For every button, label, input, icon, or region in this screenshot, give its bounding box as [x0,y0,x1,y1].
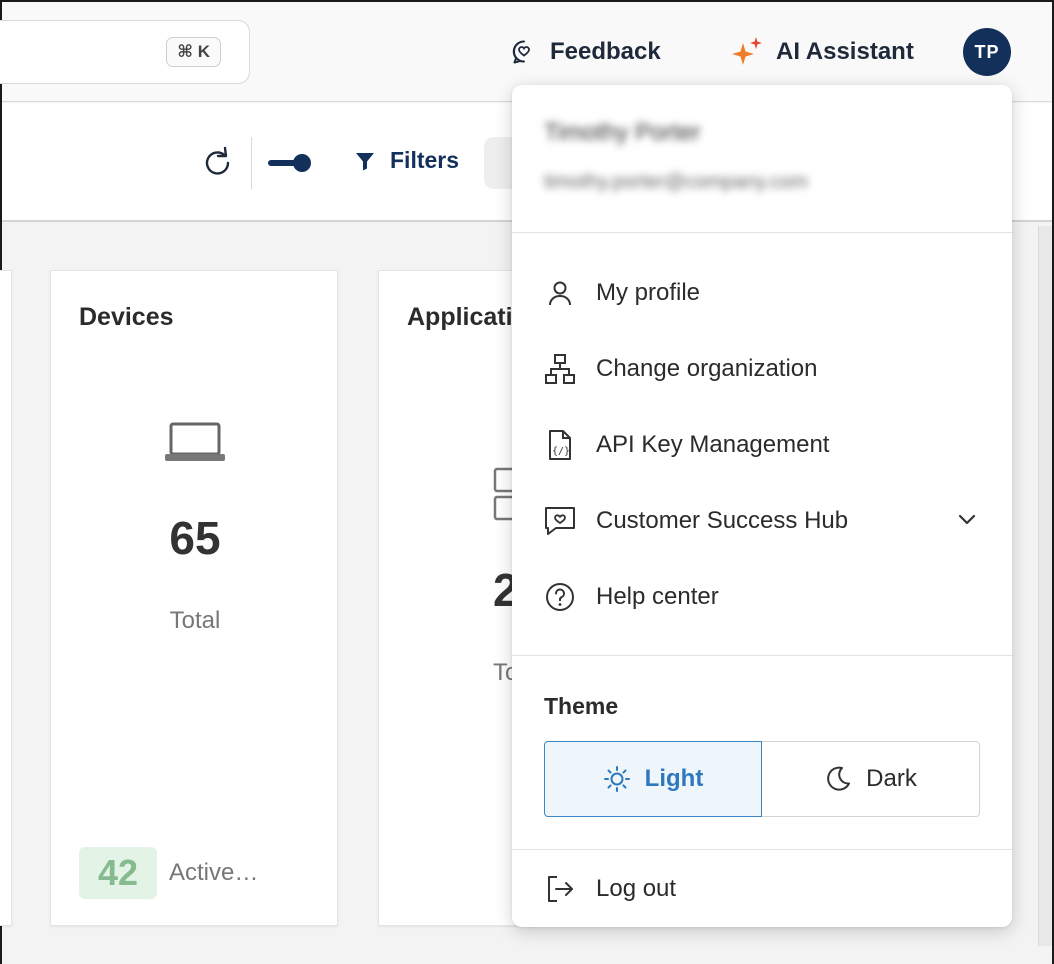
menu-item-label: API Key Management [596,431,830,458]
search-shortcut-badge: ⌘ K [166,37,221,67]
refresh-icon[interactable] [200,145,236,181]
theme-light-label: Light [644,765,704,792]
theme-label: Theme [544,693,619,719]
menu-item-label: My profile [596,279,701,306]
user-name: Timothy Porter [544,119,701,146]
menu-item-change-organization[interactable]: Change organization [512,338,1012,400]
menu-item-customer-success-hub[interactable]: Customer Success Hub [512,490,1012,552]
filters-button[interactable]: Filters [354,147,459,174]
org-chart-icon [543,352,577,386]
user-menu-dropdown: Timothy Porter timothy.porter@company.co… [512,85,1012,927]
sparkle-icon [732,37,762,65]
devices-active-badge: 42 [79,847,157,899]
svg-text:{/}: {/} [552,446,570,457]
page-scrollbar[interactable] [1038,226,1052,946]
devices-total-value: 65 [169,512,221,564]
devices-total-label: Total [169,607,221,634]
log-out-icon [543,872,577,906]
user-info: Timothy Porter timothy.porter@company.co… [512,85,1012,233]
help-circle-icon [543,580,577,614]
ai-assistant-label: AI Assistant [776,38,914,65]
menu-divider [512,655,1012,656]
avatar-initials: TP [974,41,1000,62]
menu-item-api-key-management[interactable]: {/} API Key Management [512,414,1012,476]
devices-card[interactable]: Devices 65 Total 42 Active… [50,270,338,926]
toolbar-divider [251,137,252,189]
slider-toggle-icon[interactable] [268,151,314,175]
theme-dark-label: Dark [866,765,917,792]
menu-divider [512,849,1012,850]
theme-light-button[interactable]: Light [544,741,762,817]
moon-icon [827,766,851,791]
sun-icon [603,766,630,792]
applications-card-title: Applicati [407,303,513,331]
theme-dark-button[interactable]: Dark [762,741,980,817]
menu-item-my-profile[interactable]: My profile [512,262,1012,324]
partial-card-left [0,270,12,926]
chat-heart-icon [543,504,577,538]
menu-item-label: Log out [596,875,677,902]
feedback-label: Feedback [550,38,661,65]
ai-assistant-button[interactable]: AI Assistant [730,32,914,72]
user-icon [543,276,577,310]
filter-funnel-icon [356,152,374,170]
feedback-icon [512,40,530,64]
user-avatar-button[interactable]: TP [963,28,1011,76]
devices-card-title: Devices [79,303,174,331]
code-file-icon: {/} [543,428,577,462]
theme-toggle: Light Dark [544,741,980,817]
menu-item-log-out[interactable]: Log out [512,858,1012,920]
chevron-down-icon[interactable] [956,509,978,531]
devices-active-label: Active… [169,859,259,886]
menu-item-help-center[interactable]: Help center [512,566,1012,628]
menu-item-label: Customer Success Hub [596,507,849,534]
laptop-icon [165,422,225,461]
feedback-button[interactable]: Feedback [510,32,661,72]
menu-item-label: Help center [596,583,719,610]
user-email: timothy.porter@company.com [544,171,809,193]
filters-label: Filters [390,147,460,173]
search-input[interactable]: ⌘ K [0,20,250,84]
menu-item-label: Change organization [596,355,818,382]
